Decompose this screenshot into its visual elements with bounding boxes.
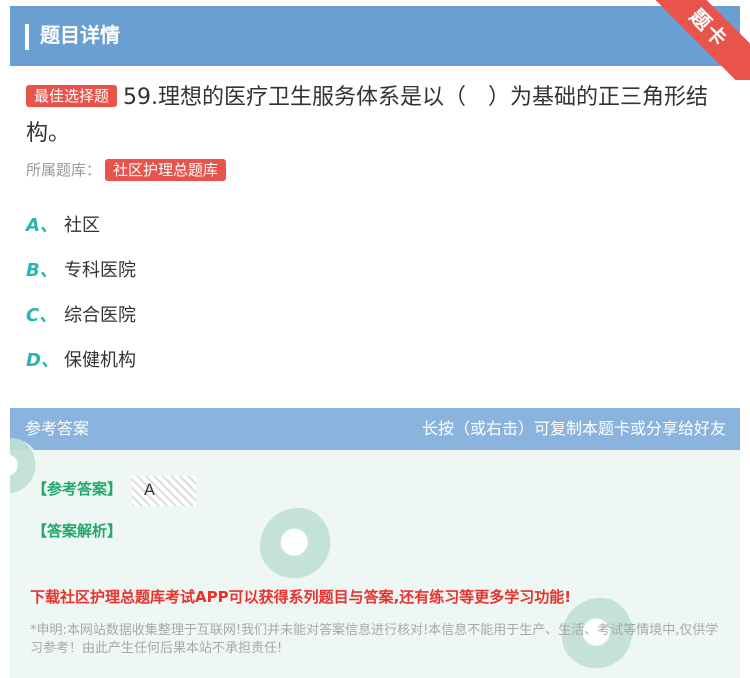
question-text: 59.理想的医疗卫生服务体系是以（ ）为基础的正三角形结构。	[26, 85, 709, 146]
answer-panel: 参考答案 长按（或右击）可复制本题卡或分享给好友 【参考答案】 A 【答案解析】…	[10, 408, 740, 678]
header-bar: 题目详情	[10, 6, 740, 66]
option-text: 专科医院	[64, 260, 136, 281]
disclaimer-text: *申明:本网站数据收集整理于互联网!我们并未能对答案信息进行核对!本信息不能用于…	[30, 623, 719, 656]
bank-link[interactable]: 社区护理总题库	[105, 159, 227, 181]
option-d[interactable]: D、 保健机构	[26, 345, 136, 390]
option-letter: B、	[26, 260, 58, 281]
option-text: 保健机构	[64, 350, 136, 371]
question-type-badge: 最佳选择题	[26, 85, 118, 107]
app-download-promo[interactable]: 下载社区护理总题库考试APP可以获得系列题目与答案,还有练习等更多学习功能!	[30, 586, 571, 607]
copy-hint: 长按（或右击）可复制本题卡或分享给好友	[421, 419, 726, 438]
page-title: 题目详情	[40, 23, 120, 47]
bank-label: 所属题库：	[26, 161, 102, 179]
question-block: 最佳选择题 59.理想的医疗卫生服务体系是以（ ）为基础的正三角形结构。	[26, 80, 736, 152]
option-letter: D、	[26, 350, 59, 371]
options-list: A、 社区 B、 专科医院 C、 综合医院 D、 保健机构	[26, 210, 136, 390]
answer-panel-title: 参考答案	[25, 419, 90, 438]
option-c[interactable]: C、 综合医院	[26, 300, 136, 345]
question-bank-row: 所属题库： 社区护理总题库	[26, 158, 227, 182]
header-accent-bar	[25, 24, 29, 50]
option-a[interactable]: A、 社区	[26, 210, 136, 255]
option-text: 综合医院	[64, 305, 136, 326]
option-letter: A、	[26, 215, 58, 236]
watermark-logo-icon	[260, 508, 336, 584]
corner-ribbon[interactable]: 题卡	[650, 0, 750, 80]
reference-answer-value: A	[132, 476, 196, 506]
reference-answer-label: 【参考答案】	[32, 480, 123, 498]
ribbon-label: 题卡	[650, 0, 750, 80]
option-text: 社区	[64, 215, 100, 236]
answer-panel-header: 参考答案 长按（或右击）可复制本题卡或分享给好友	[10, 408, 740, 450]
option-b[interactable]: B、 专科医院	[26, 255, 136, 300]
answer-analysis-label: 【答案解析】	[32, 522, 123, 540]
option-letter: C、	[26, 305, 58, 326]
